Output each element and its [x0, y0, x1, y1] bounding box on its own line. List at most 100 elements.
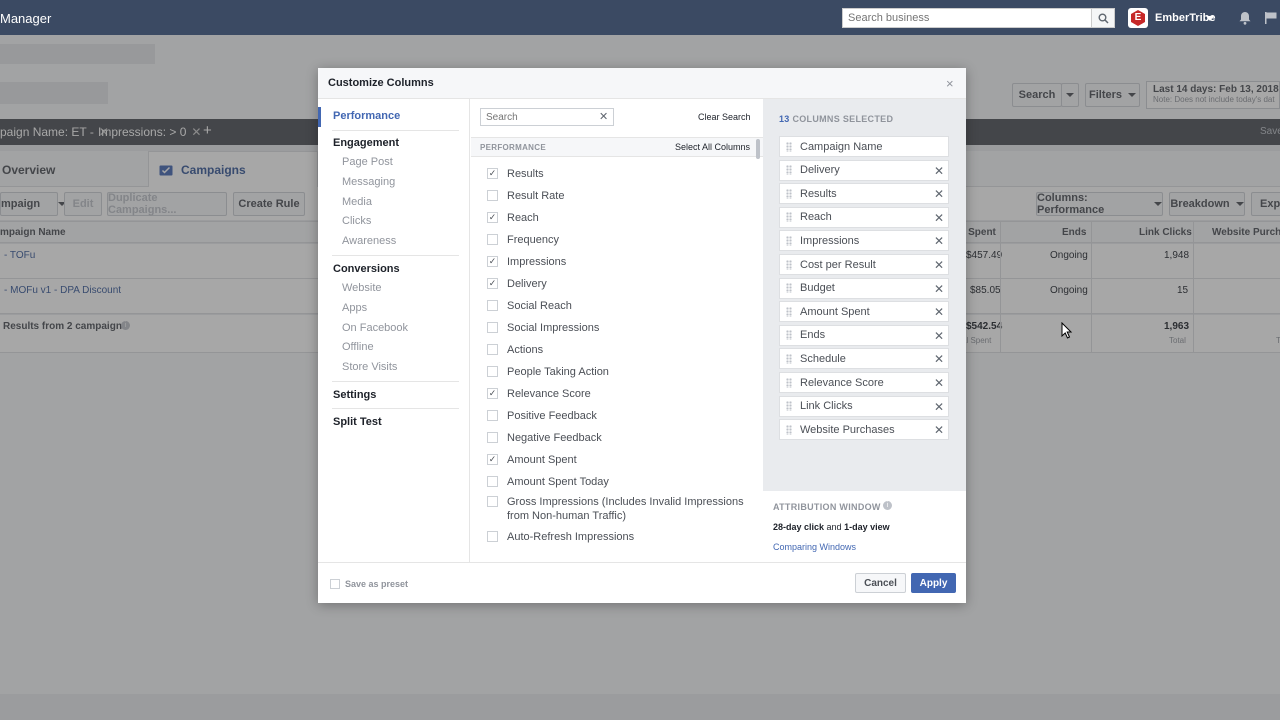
remove-column-icon[interactable]: ✕: [934, 164, 944, 178]
column-option-amount-spent-today[interactable]: Amount Spent Today: [487, 475, 747, 489]
checkbox[interactable]: ✓: [487, 454, 498, 465]
selected-column-schedule[interactable]: Schedule ✕: [779, 348, 949, 370]
column-option-reach[interactable]: ✓ Reach: [487, 211, 747, 225]
flag-icon[interactable]: [1264, 11, 1278, 25]
selected-column-cost-per-result[interactable]: Cost per Result ✕: [779, 254, 949, 275]
nav-conversions[interactable]: Conversions: [333, 263, 400, 275]
drag-handle-icon[interactable]: [786, 353, 792, 364]
column-option-amount-spent[interactable]: ✓ Amount Spent: [487, 453, 747, 467]
column-option-social-reach[interactable]: Social Reach: [487, 299, 747, 313]
drag-handle-icon[interactable]: [786, 330, 792, 341]
selected-column-link-clicks[interactable]: Link Clicks ✕: [779, 395, 949, 417]
column-option-gross-impressions-includes-invalid-impressions-from-non-human-traffic[interactable]: Gross Impressions (Includes Invalid Impr…: [487, 495, 747, 523]
nav-sub-apps[interactable]: Apps: [342, 302, 367, 314]
selected-column-results[interactable]: Results ✕: [779, 183, 949, 205]
selected-column-delivery[interactable]: Delivery ✕: [779, 159, 949, 181]
checkbox[interactable]: ✓: [487, 256, 498, 267]
checkbox[interactable]: [487, 300, 498, 311]
nav-engagement[interactable]: Engagement: [333, 137, 399, 149]
nav-sub-messaging[interactable]: Messaging: [342, 176, 395, 188]
close-icon[interactable]: ×: [946, 76, 954, 91]
clear-search-link[interactable]: Clear Search: [698, 112, 751, 122]
checkbox[interactable]: ✓: [487, 168, 498, 179]
checkbox[interactable]: [487, 432, 498, 443]
column-option-people-taking-action[interactable]: People Taking Action: [487, 365, 747, 379]
column-option-social-impressions[interactable]: Social Impressions: [487, 321, 747, 335]
selected-column-relevance-score[interactable]: Relevance Score ✕: [779, 372, 949, 393]
remove-column-icon[interactable]: ✕: [934, 234, 944, 248]
selected-column-ends[interactable]: Ends ✕: [779, 324, 949, 346]
checkbox[interactable]: [487, 344, 498, 355]
checkbox[interactable]: [487, 366, 498, 377]
nav-sub-store-visits[interactable]: Store Visits: [342, 361, 397, 373]
column-option-results[interactable]: ✓ Results: [487, 167, 747, 181]
checkbox[interactable]: ✓: [487, 388, 498, 399]
nav-sub-clicks[interactable]: Clicks: [342, 215, 371, 227]
column-option-negative-feedback[interactable]: Negative Feedback: [487, 431, 747, 445]
remove-column-icon[interactable]: ✕: [934, 400, 944, 414]
column-option-actions[interactable]: Actions: [487, 343, 747, 357]
save-as-preset-label[interactable]: Save as preset: [345, 579, 408, 589]
selected-column-campaign-name[interactable]: Campaign Name: [779, 136, 949, 157]
remove-column-icon[interactable]: ✕: [934, 305, 944, 319]
checkbox[interactable]: ✓: [487, 212, 498, 223]
clear-icon[interactable]: ✕: [599, 110, 608, 123]
drag-handle-icon[interactable]: [786, 283, 792, 294]
drag-handle-icon[interactable]: [786, 306, 792, 317]
selected-column-amount-spent[interactable]: Amount Spent ✕: [779, 301, 949, 323]
drag-handle-icon[interactable]: [786, 235, 792, 246]
nav-split-test[interactable]: Split Test: [333, 416, 382, 428]
remove-column-icon[interactable]: ✕: [934, 258, 944, 272]
column-search-input[interactable]: [480, 108, 614, 126]
remove-column-icon[interactable]: ✕: [934, 376, 944, 390]
remove-column-icon[interactable]: ✕: [934, 423, 944, 437]
drag-handle-icon[interactable]: [786, 212, 792, 223]
selected-column-impressions[interactable]: Impressions ✕: [779, 230, 949, 252]
checkbox[interactable]: [487, 531, 498, 542]
nav-sub-on-facebook[interactable]: On Facebook: [342, 322, 408, 334]
info-icon[interactable]: i: [883, 501, 892, 510]
drag-handle-icon[interactable]: [786, 401, 792, 412]
comparing-windows-link[interactable]: Comparing Windows: [773, 542, 856, 552]
column-option-frequency[interactable]: Frequency: [487, 233, 747, 247]
remove-column-icon[interactable]: ✕: [934, 329, 944, 343]
business-search-input[interactable]: [842, 8, 1092, 28]
column-option-positive-feedback[interactable]: Positive Feedback: [487, 409, 747, 423]
column-option-relevance-score[interactable]: ✓ Relevance Score: [487, 387, 747, 401]
select-all-columns-link[interactable]: Select All Columns: [675, 142, 750, 152]
checkbox[interactable]: [487, 234, 498, 245]
drag-handle-icon[interactable]: [786, 141, 792, 152]
column-option-result-rate[interactable]: Result Rate: [487, 189, 747, 203]
chevron-down-icon[interactable]: [1206, 16, 1214, 21]
nav-sub-awareness[interactable]: Awareness: [342, 235, 396, 247]
drag-handle-icon[interactable]: [786, 377, 792, 388]
column-option-auto-refresh-impressions[interactable]: Auto-Refresh Impressions: [487, 530, 747, 544]
selected-column-reach[interactable]: Reach ✕: [779, 206, 949, 228]
checkbox[interactable]: [487, 190, 498, 201]
remove-column-icon[interactable]: ✕: [934, 352, 944, 366]
remove-column-icon[interactable]: ✕: [934, 187, 944, 201]
nav-sub-page-post[interactable]: Page Post: [342, 156, 393, 168]
drag-handle-icon[interactable]: [786, 259, 792, 270]
checkbox[interactable]: [487, 410, 498, 421]
checkbox[interactable]: [487, 496, 498, 507]
selected-column-website-purchases[interactable]: Website Purchases ✕: [779, 419, 949, 441]
nav-sub-offline[interactable]: Offline: [342, 341, 374, 353]
checkbox[interactable]: [487, 322, 498, 333]
nav-performance[interactable]: Performance: [333, 110, 400, 122]
checkbox[interactable]: ✓: [487, 278, 498, 289]
business-search-button[interactable]: [1091, 8, 1115, 28]
drag-handle-icon[interactable]: [786, 424, 792, 435]
nav-settings[interactable]: Settings: [333, 389, 376, 401]
save-as-preset-checkbox[interactable]: [330, 579, 340, 589]
column-option-impressions[interactable]: ✓ Impressions: [487, 255, 747, 269]
nav-sub-website[interactable]: Website: [342, 282, 382, 294]
notifications-bell-icon[interactable]: [1238, 11, 1252, 25]
scrollbar-thumb[interactable]: [756, 139, 760, 159]
selected-column-budget[interactable]: Budget ✕: [779, 277, 949, 299]
apply-button[interactable]: Apply: [911, 573, 956, 593]
drag-handle-icon[interactable]: [786, 165, 792, 176]
checkbox[interactable]: [487, 476, 498, 487]
cancel-button[interactable]: Cancel: [855, 573, 906, 593]
nav-sub-media[interactable]: Media: [342, 196, 372, 208]
